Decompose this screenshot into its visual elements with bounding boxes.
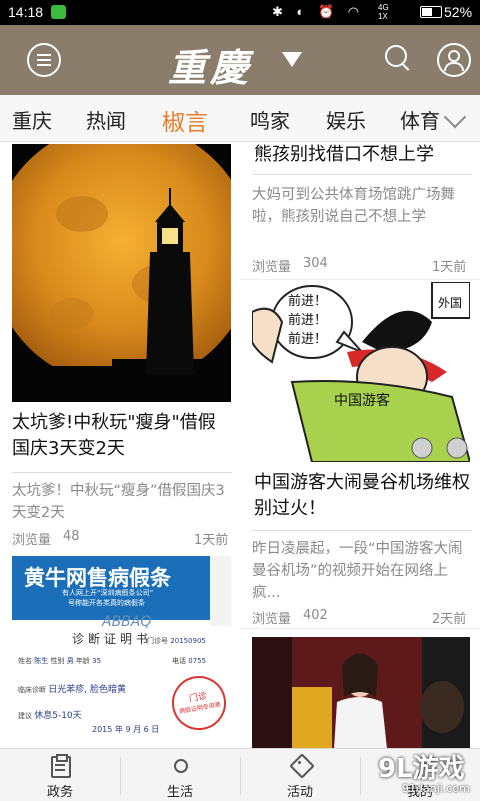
nav-life[interactable]: 生活 <box>120 749 240 801</box>
form-phone-label: 电话 <box>172 657 186 665</box>
diag-label: 临床诊断 <box>18 686 46 694</box>
status-icons: ✱ ◐ ⏰ ◠ <box>272 4 365 19</box>
form-name: 陈生 <box>34 657 49 665</box>
article-time: 1天前 <box>194 533 229 548</box>
article-card-photo[interactable] <box>240 629 480 748</box>
speech-line: 前进！ <box>288 294 328 309</box>
views-label: 浏览量 <box>252 612 292 627</box>
tab-hot-news[interactable]: 热闻 <box>86 105 126 134</box>
watermark-url: 91danji.com <box>402 782 470 795</box>
form-row: 姓名 陈生 性别 男 年龄 35 <box>18 656 101 666</box>
app-header: 重慶 <box>0 25 480 95</box>
net-sub-label: 1X <box>378 12 388 21</box>
form-age: 35 <box>92 657 102 665</box>
network-type: 4G 1X <box>378 3 389 21</box>
article-card-bear-kid[interactable]: 熊孩别找借口不想上学 大妈可到公共体育场馆跳广场舞啦，熊孩别说自己不想上学 浏览… <box>240 142 480 279</box>
form-phone: 0755 <box>188 657 207 665</box>
views-label: 浏览量 <box>252 260 292 275</box>
battery-percent: 52% <box>444 4 473 20</box>
menu-icon[interactable] <box>27 43 61 77</box>
category-tabs: 重庆 热闻 椒言 鸣家 娱乐 体育 <box>0 95 480 142</box>
speech-bubble: 前进！ 前进！ 前进！ <box>288 292 327 349</box>
ad-sub1: 有人网上开“深圳病假条公司” <box>62 589 154 597</box>
article-time: 2天前 <box>432 612 467 627</box>
article-summary: 昨日凌晨起，一段“中国游客大闹曼谷机场”的视频开始在网络上疯... <box>252 541 463 601</box>
search-icon[interactable] <box>385 45 410 71</box>
abbaq-text: ABBAQ <box>102 614 152 630</box>
article-time: 1天前 <box>432 260 467 275</box>
chevron-down-icon[interactable] <box>443 105 467 129</box>
watermark-brand: 9L游戏 <box>378 754 465 784</box>
net-label: 4G <box>378 3 389 12</box>
form-num: 20150905 <box>170 637 206 645</box>
article-summary: 大妈可到公共体育场馆跳广场舞啦，熊孩别说自己不想上学 <box>252 187 455 225</box>
views-count: 402 <box>303 608 328 623</box>
speech-line: 前进！ <box>288 332 328 347</box>
status-time: 14:18 <box>8 4 44 20</box>
article-title: 太坑爹!中秋玩"瘦身"借假国庆3天变2天 <box>12 412 216 459</box>
divider <box>12 472 232 473</box>
sick-note-image: 黄牛网售病假条 有人网上开“深圳病假条公司” 号称能开各类真的病假条 诊断证明书… <box>12 556 231 748</box>
views-count: 48 <box>63 529 80 544</box>
article-feed: 太坑爹!中秋玩"瘦身"借假国庆3天变2天 太坑爹！中秋玩“瘦身”借假国庆3天变2… <box>0 142 480 748</box>
doc-title: 诊断证明书 <box>72 632 153 646</box>
tab-chongqing[interactable]: 重庆 <box>12 105 52 134</box>
shirt-label: 中国游客 <box>334 393 390 409</box>
status-bar: 14:18 ✱ ◐ ⏰ ◠ 4G 1X 52% <box>0 0 480 25</box>
sun-icon <box>170 754 190 776</box>
city-dropdown-icon[interactable] <box>282 52 302 67</box>
foreign-sign: 外国 <box>438 296 463 310</box>
form-name-label: 姓名 <box>18 657 32 665</box>
views-count: 304 <box>303 256 328 271</box>
divider <box>252 174 472 175</box>
app-logo: 重慶 <box>168 45 253 90</box>
watermark: 9L游戏 91danji.com <box>360 742 480 800</box>
girl-photo-image <box>252 637 470 748</box>
moon-lighthouse-image <box>12 144 231 402</box>
ad-sub2: 号称能开各类真的病假条 <box>68 599 145 607</box>
speech-line: 前进！ <box>288 313 328 328</box>
form-age-label: 年龄 <box>75 657 90 665</box>
article-card-moon[interactable]: 太坑爹!中秋玩"瘦身"借假国庆3天变2天 太坑爹！中秋玩“瘦身”借假国庆3天变2… <box>0 142 240 557</box>
article-summary: 太坑爹！中秋玩“瘦身”借假国庆3天变2天 <box>12 483 225 521</box>
advice-row: 建议 休息5-10天 <box>18 708 82 721</box>
form-phone-row: 电话 0755 <box>172 656 206 666</box>
user-icon[interactable] <box>437 43 471 77</box>
tourist-cartoon-image: 前进！ 前进！ 前进！ 中国游客 外国 <box>252 282 470 462</box>
tab-entertainment[interactable]: 娱乐 <box>326 105 366 134</box>
nav-activity[interactable]: 活动 <box>240 749 360 801</box>
nav-label: 政务 <box>46 785 73 800</box>
nav-label: 活动 <box>286 785 313 800</box>
article-card-tourist[interactable]: 前进！ 前进！ 前进！ 中国游客 外国 中国游客大闹曼谷机场维权别过火！ 昨日凌… <box>240 280 480 628</box>
tag-icon <box>289 753 315 779</box>
article-card-sick-note[interactable]: 黄牛网售病假条 有人网上开“深圳病假条公司” 号称能开各类真的病假条 诊断证明书… <box>0 556 240 748</box>
divider <box>252 530 472 531</box>
tab-jiaoyan[interactable]: 椒言 <box>162 103 208 137</box>
red-stamp: 门诊 病假证明专用章 <box>167 671 231 735</box>
app-notification-icon <box>51 5 66 19</box>
form-sex: 男 <box>66 657 74 665</box>
nav-government[interactable]: 政务 <box>0 749 120 801</box>
advice-value: 休息5-10天 <box>34 711 82 721</box>
nav-label: 生活 <box>166 785 193 800</box>
battery-icon <box>420 6 442 18</box>
article-title: 熊孩别找借口不想上学 <box>254 144 434 165</box>
tab-mingjia[interactable]: 鸣家 <box>250 105 290 134</box>
clipboard-icon <box>50 754 71 778</box>
article-title: 中国游客大闹曼谷机场维权别过火！ <box>254 472 470 519</box>
paper-fold <box>210 556 231 626</box>
form-sex-label: 性别 <box>50 657 65 665</box>
doc-date: 2015 年 9 月 6 日 <box>92 725 160 734</box>
form-num-label: 门诊号 <box>147 637 168 645</box>
advice-label: 建议 <box>18 712 32 720</box>
diag-value: 日光苯疹, 脸色暗黄 <box>48 685 126 695</box>
views-label: 浏览量 <box>12 533 52 548</box>
tab-sports[interactable]: 体育 <box>400 105 440 134</box>
diag-row: 临床诊断 日光苯疹, 脸色暗黄 <box>18 682 126 695</box>
form-num-row: 门诊号 20150905 <box>147 636 206 646</box>
